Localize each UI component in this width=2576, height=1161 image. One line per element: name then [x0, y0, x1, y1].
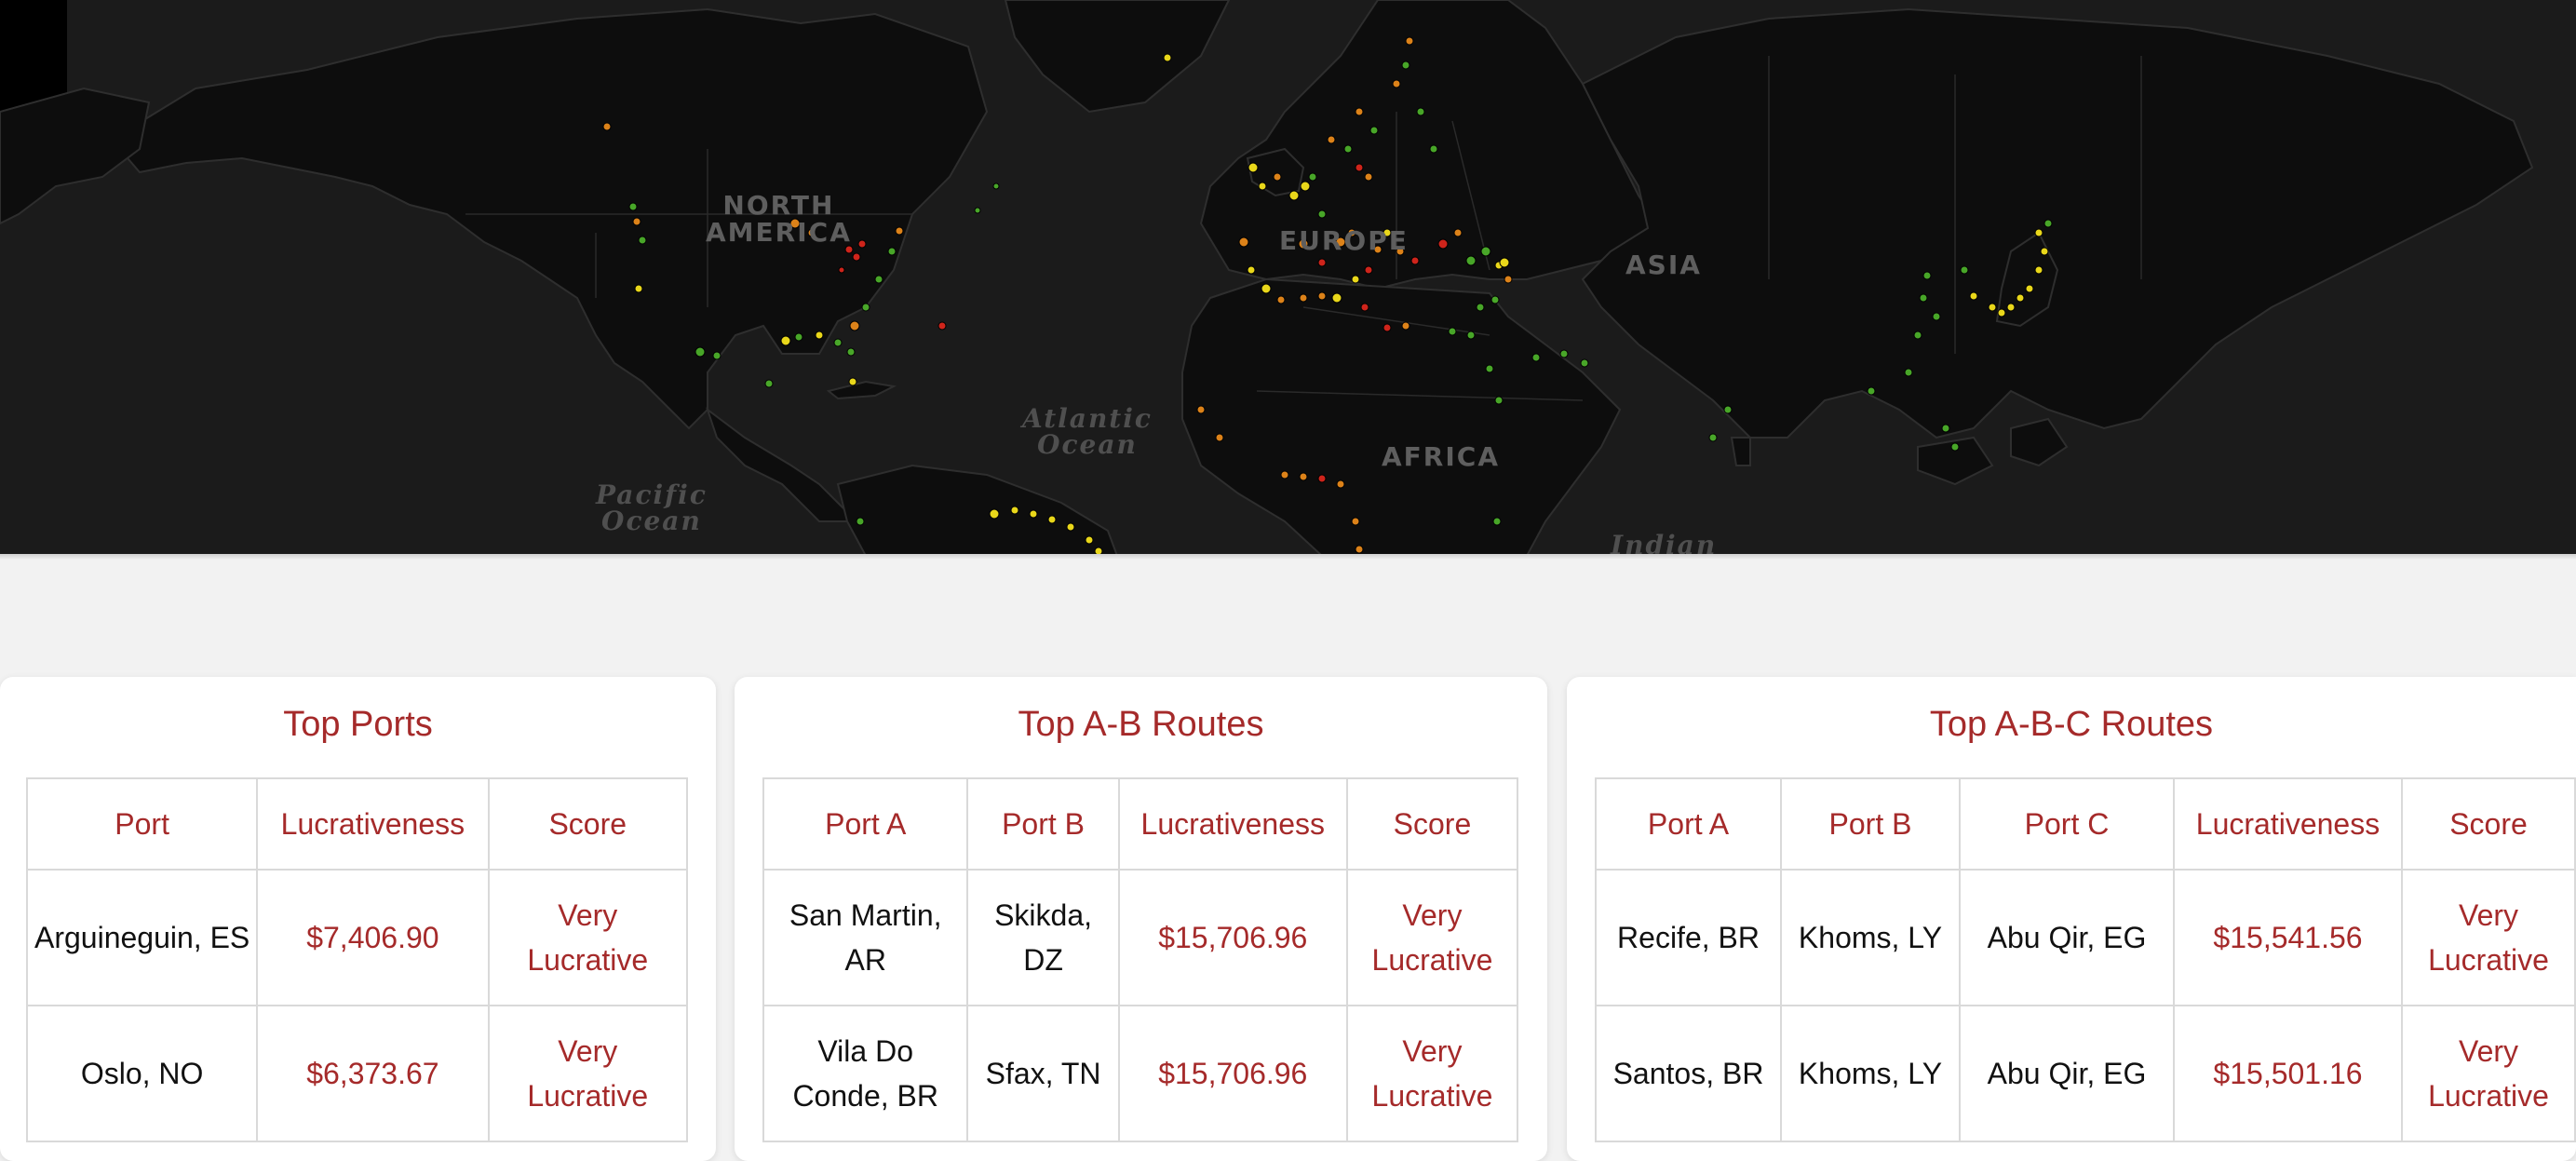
map-label-asia: ASIA: [1625, 250, 1702, 280]
column-header-port-b[interactable]: Port B: [1780, 777, 1961, 871]
column-header-port-b[interactable]: Port B: [966, 777, 1120, 871]
lucrativeness-cell: $15,501.16: [2173, 1005, 2403, 1142]
score-cell: Very Lucrative: [1345, 869, 1519, 1006]
table-row[interactable]: Vila Do Conde, BR Sfax, TN $15,706.96 Ve…: [762, 1005, 1519, 1142]
table-row[interactable]: Arguineguin, ES $7,406.90 Very Lucrative: [25, 869, 689, 1006]
top-ab-routes-title: Top A-B Routes: [1018, 705, 1264, 744]
top-abc-routes-table: Port A Port B Port C Lucrativeness Score…: [1595, 777, 2576, 1142]
map-label-africa: AFRICA: [1382, 441, 1500, 472]
score-cell: Very Lucrative: [487, 869, 689, 1006]
column-header-port[interactable]: Port: [25, 777, 259, 871]
top-ab-routes-card: Top A-B Routes Port A Port B Lucrativene…: [735, 677, 1547, 1161]
top-abc-routes-card: Top A-B-C Routes Port A Port B Port C Lu…: [1567, 677, 2576, 1161]
port-cell: Arguineguin, ES: [25, 869, 259, 1006]
lucrativeness-cell: $15,541.56: [2173, 869, 2403, 1006]
top-ports-table: Port Lucrativeness Score Arguineguin, ES…: [25, 777, 689, 1142]
port-c-cell: Abu Qir, EG: [1959, 869, 2175, 1006]
top-abc-routes-title: Top A-B-C Routes: [1929, 705, 2214, 744]
column-header-port-c[interactable]: Port C: [1959, 777, 2175, 871]
port-b-cell: Skikda, DZ: [966, 869, 1120, 1006]
table-header-row: Port Lucrativeness Score: [25, 777, 689, 871]
table-row[interactable]: Oslo, NO $6,373.67 Very Lucrative: [25, 1005, 689, 1142]
port-a-cell: San Martin, AR: [762, 869, 969, 1006]
top-ports-title: Top Ports: [283, 705, 433, 744]
table-header-row: Port A Port B Port C Lucrativeness Score: [1595, 777, 2576, 871]
table-row[interactable]: San Martin, AR Skikda, DZ $15,706.96 Ver…: [762, 869, 1519, 1006]
port-a-cell: Recife, BR: [1595, 869, 1782, 1006]
port-b-cell: Khoms, LY: [1780, 869, 1961, 1006]
port-c-cell: Abu Qir, EG: [1959, 1005, 2175, 1142]
column-header-lucrativeness[interactable]: Lucrativeness: [256, 777, 490, 871]
column-header-port-a[interactable]: Port A: [762, 777, 969, 871]
port-b-cell: Sfax, TN: [966, 1005, 1120, 1142]
column-header-score[interactable]: Score: [487, 777, 689, 871]
column-header-score[interactable]: Score: [1345, 777, 1519, 871]
lucrativeness-cell: $15,706.96: [1117, 869, 1348, 1006]
map-label-pacific: Pacific Ocean: [596, 479, 708, 536]
column-header-score[interactable]: Score: [2401, 777, 2576, 871]
score-cell: Very Lucrative: [1345, 1005, 1519, 1142]
score-cell: Very Lucrative: [2401, 869, 2576, 1006]
score-cell: Very Lucrative: [487, 1005, 689, 1142]
column-header-port-a[interactable]: Port A: [1595, 777, 1782, 871]
port-cell: Oslo, NO: [25, 1005, 259, 1142]
map-label-indian: Indian: [1611, 530, 1718, 557]
top-ab-routes-table: Port A Port B Lucrativeness Score San Ma…: [762, 777, 1519, 1142]
score-cell: Very Lucrative: [2401, 1005, 2576, 1142]
map-land: [0, 0, 2576, 556]
port-a-cell: Santos, BR: [1595, 1005, 1782, 1142]
table-row[interactable]: Santos, BR Khoms, LY Abu Qir, EG $15,501…: [1595, 1005, 2576, 1142]
table-header-row: Port A Port B Lucrativeness Score: [762, 777, 1519, 871]
lucrativeness-cell: $6,373.67: [256, 1005, 490, 1142]
top-ports-card: Top Ports Port Lucrativeness Score Argui…: [0, 677, 716, 1161]
map-label-europe: EUROPE: [1279, 225, 1409, 256]
map-label-atlantic: Atlantic Ocean: [1022, 403, 1153, 460]
port-b-cell: Khoms, LY: [1780, 1005, 1961, 1142]
map-bottom-edge: [0, 554, 2576, 560]
port-a-cell: Vila Do Conde, BR: [762, 1005, 969, 1142]
port-map[interactable]: NORTH AMERICA EUROPE ASIA AFRICA Atlanti…: [0, 0, 2576, 556]
lucrativeness-cell: $15,706.96: [1117, 1005, 1348, 1142]
map-label-north-america: NORTH AMERICA: [706, 190, 852, 249]
column-header-lucrativeness[interactable]: Lucrativeness: [1117, 777, 1348, 871]
column-header-lucrativeness[interactable]: Lucrativeness: [2173, 777, 2403, 871]
table-row[interactable]: Recife, BR Khoms, LY Abu Qir, EG $15,541…: [1595, 869, 2576, 1006]
lucrativeness-cell: $7,406.90: [256, 869, 490, 1006]
